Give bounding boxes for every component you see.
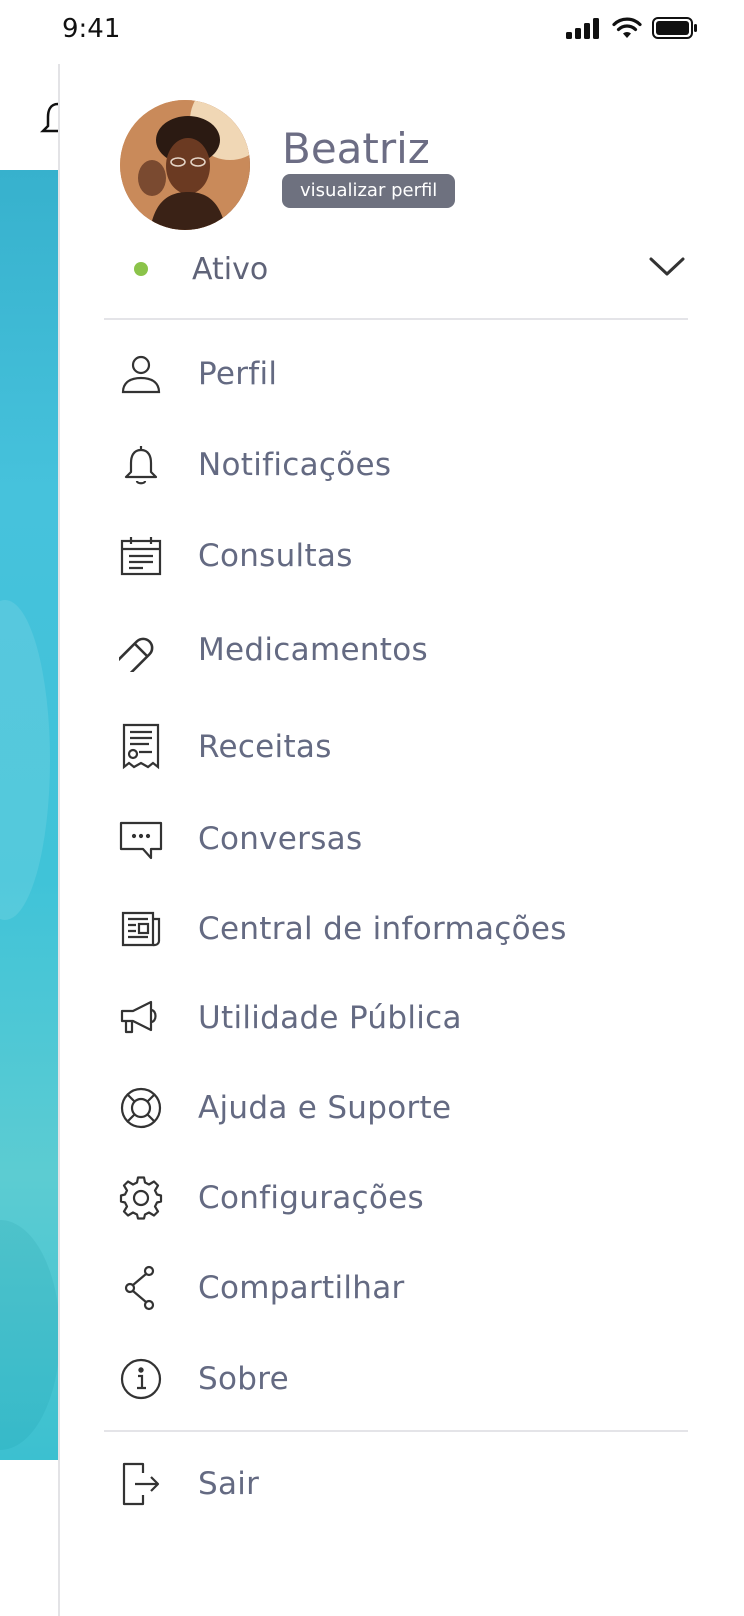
menu-item-label: Sobre bbox=[198, 1361, 289, 1397]
menu-item-label: Receitas bbox=[198, 729, 332, 765]
avatar[interactable] bbox=[120, 100, 250, 230]
status-time: 9:41 bbox=[62, 14, 121, 44]
user-icon bbox=[118, 351, 164, 397]
wifi-icon bbox=[612, 17, 642, 39]
menu-item-configuracoes[interactable]: Configurações bbox=[118, 1168, 698, 1228]
share-icon bbox=[118, 1265, 164, 1311]
navigation-drawer: Beatriz visualizar perfil Ativo Perfil N… bbox=[58, 64, 744, 1616]
newspaper-icon bbox=[118, 906, 164, 952]
menu-item-label: Notificações bbox=[198, 447, 392, 483]
lifebuoy-icon bbox=[118, 1085, 164, 1131]
status-bar: 9:41 bbox=[0, 0, 744, 64]
menu-item-label: Consultas bbox=[198, 538, 353, 574]
menu-item-label: Sair bbox=[198, 1466, 260, 1502]
menu-item-label: Conversas bbox=[198, 821, 363, 857]
background-app bbox=[0, 64, 60, 1616]
menu-item-medicamentos[interactable]: Medicamentos bbox=[118, 620, 698, 680]
background-banner bbox=[0, 170, 60, 1460]
bell-icon[interactable] bbox=[40, 100, 60, 140]
pill-icon bbox=[118, 627, 164, 673]
menu-item-notificacoes[interactable]: Notificações bbox=[118, 435, 698, 495]
receipt-icon bbox=[118, 723, 164, 770]
status-selector[interactable]: Ativo bbox=[130, 252, 686, 292]
menu-item-sobre[interactable]: Sobre bbox=[118, 1349, 698, 1409]
divider bbox=[104, 318, 688, 320]
background-card bbox=[0, 1460, 60, 1616]
menu-item-label: Configurações bbox=[198, 1180, 424, 1216]
cellular-signal-icon bbox=[566, 17, 602, 39]
user-name: Beatriz bbox=[282, 124, 430, 173]
status-label: Ativo bbox=[192, 252, 269, 287]
chevron-down-icon[interactable] bbox=[648, 254, 686, 280]
status-indicator-dot bbox=[134, 262, 148, 276]
status-icons bbox=[566, 16, 698, 40]
menu-item-label: Perfil bbox=[198, 356, 278, 392]
menu-item-compartilhar[interactable]: Compartilhar bbox=[118, 1258, 698, 1318]
menu-item-perfil[interactable]: Perfil bbox=[118, 344, 698, 404]
logout-button[interactable]: Sair bbox=[118, 1454, 698, 1514]
menu-item-receitas[interactable]: Receitas bbox=[118, 717, 698, 777]
info-icon bbox=[118, 1356, 164, 1402]
calendar-icon bbox=[118, 533, 164, 579]
menu-item-label: Central de informações bbox=[198, 911, 567, 947]
menu-item-label: Compartilhar bbox=[198, 1270, 405, 1306]
menu-item-utilidade-publica[interactable]: Utilidade Pública bbox=[118, 988, 698, 1048]
view-profile-button[interactable]: visualizar perfil bbox=[282, 174, 456, 208]
bell-icon bbox=[118, 442, 164, 488]
menu-item-label: Ajuda e Suporte bbox=[198, 1090, 452, 1126]
menu-item-conversas[interactable]: Conversas bbox=[118, 809, 698, 869]
menu-item-label: Medicamentos bbox=[198, 632, 428, 668]
menu-item-central-de-informacoes[interactable]: Central de informações bbox=[118, 899, 698, 959]
megaphone-icon bbox=[118, 995, 164, 1041]
chat-icon bbox=[118, 816, 164, 862]
divider bbox=[104, 1430, 688, 1432]
menu-item-ajuda-e-suporte[interactable]: Ajuda e Suporte bbox=[118, 1078, 698, 1138]
gear-icon bbox=[118, 1175, 164, 1221]
menu-item-consultas[interactable]: Consultas bbox=[118, 526, 698, 586]
logout-icon bbox=[118, 1461, 164, 1507]
battery-icon bbox=[652, 16, 698, 40]
menu-item-label: Utilidade Pública bbox=[198, 1000, 462, 1036]
